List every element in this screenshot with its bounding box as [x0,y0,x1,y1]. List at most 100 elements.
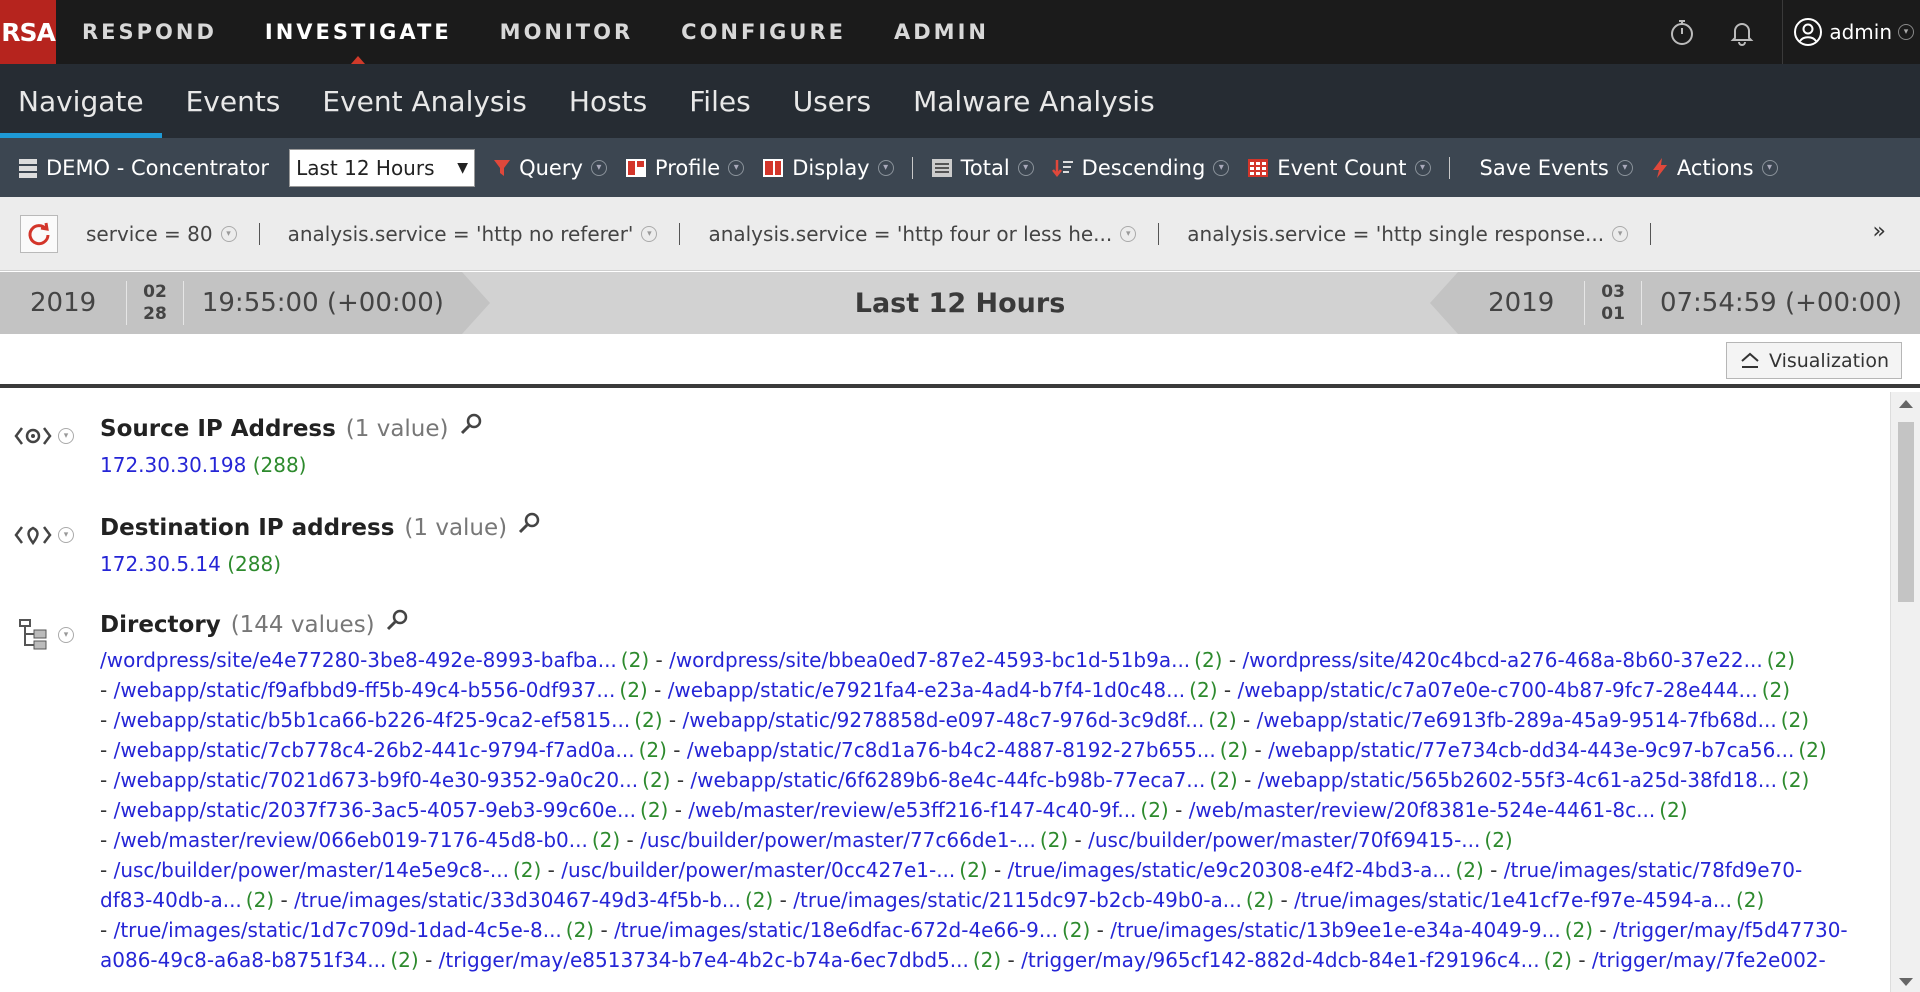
profile-icon [625,158,646,177]
bell-icon[interactable] [1712,0,1772,64]
meta-value-link[interactable]: /usc/builder/power/master/77c66de1-... [640,828,1036,852]
search-icon[interactable] [385,608,409,632]
meta-value-link[interactable]: /web/master/review/20f8381e-524e-4461-8c… [1189,798,1656,822]
scroll-up-arrow-icon[interactable] [1899,400,1913,408]
tab-users[interactable]: Users [793,64,871,138]
meta-value-link[interactable]: /trigger/may/e8513734-b7e4-4b2c-b74a-6ec… [439,948,969,972]
crumb-divider [258,222,260,245]
descending-menu[interactable]: Descending ▾ [1051,156,1230,180]
meta-value-link[interactable]: /webapp/static/9278858d-e097-48c7-976d-3… [683,708,1205,732]
directory-value-line: - /web/master/review/066eb019-7176-45d8-… [100,825,1890,855]
meta-value-link[interactable]: /true/images/static/1e41cf7e-f97e-4594-a… [1294,888,1732,912]
service-selector[interactable]: DEMO - Concentrator [18,156,269,180]
meta-value-link[interactable]: /wordpress/site/420c4bcd-a276-468a-8b60-… [1242,648,1762,672]
visualization-button[interactable]: Visualization [1725,342,1902,379]
chevron-down-icon: ▾ [1761,159,1778,176]
meta-value-link[interactable]: /web/master/review/066eb019-7176-45d8-b0… [114,828,588,852]
meta-value-count: (2) [1455,858,1484,882]
search-icon[interactable] [517,511,541,535]
meta-value-link[interactable]: /webapp/static/7021d673-b9f0-4e30-9352-9… [114,768,639,792]
meta-value-link[interactable]: /webapp/static/7c8d1a76-b4c2-4887-8192-2… [687,738,1216,762]
meta-value-count: (2) [512,858,542,882]
time-range-select[interactable]: Last 12 Hours ▼ [289,148,476,187]
meta-value-link[interactable]: /wordpress/site/bbea0ed7-87e2-4593-bc1d-… [669,648,1190,672]
query-menu[interactable]: Query ▾ [493,156,607,180]
meta-value-link[interactable]: /webapp/static/2037f736-3ac5-4057-9eb3-9… [114,798,636,822]
meta-value-count: (2) [1659,798,1688,822]
directory-value-line: - /webapp/static/b5b1ca66-b226-4f25-9ca2… [100,705,1890,735]
chevron-down-icon[interactable]: ▾ [58,627,74,643]
event-count-menu[interactable]: Event Count ▾ [1247,156,1431,180]
meta-value-count: (2) [1564,918,1594,942]
content-scrollbar[interactable] [1890,392,1920,992]
tab-event-analysis[interactable]: Event Analysis [322,64,526,138]
meta-value-link[interactable]: /true/images/static/13b9ee1e-e34a-4049-9… [1110,918,1561,942]
chevron-down-icon[interactable]: ▾ [58,428,74,444]
meta-value-link[interactable]: /usc/builder/power/master/0cc427e1-... [561,858,955,882]
meta-value-link[interactable]: /trigger/may/965cf142-882d-4dcb-84e1-f29… [1021,948,1540,972]
tab-malware-analysis[interactable]: Malware Analysis [913,64,1155,138]
meta-value-link[interactable]: /trigger/may/f5d47730- [1613,918,1848,942]
top-right-controls: admin ▾ [1652,0,1920,64]
meta-value-link[interactable]: /webapp/static/6f6289b6-8e4c-44fc-b98b-7… [690,768,1205,792]
nav-monitor[interactable]: MONITOR [500,0,634,64]
value-count: (1 value) [345,416,449,442]
meta-value-link[interactable]: /webapp/static/7e6913fb-289a-45a9-9514-7… [1257,708,1777,732]
nav-investigate[interactable]: INVESTIGATE [265,0,452,64]
tab-files[interactable]: Files [689,64,750,138]
meta-value-link[interactable]: /trigger/may/7fe2e002- [1592,948,1826,972]
meta-value-link[interactable]: /wordpress/site/e4e77280-3be8-492e-8993-… [100,648,617,672]
refresh-button[interactable] [20,214,58,253]
tab-hosts[interactable]: Hosts [569,64,647,138]
value-separator: - [100,828,114,852]
total-menu[interactable]: Total ▾ [931,156,1034,180]
stopwatch-icon[interactable] [1652,0,1712,64]
search-icon[interactable] [459,412,483,436]
filter-crumb[interactable]: analysis.service = 'http four or less he… [708,222,1137,246]
meta-value-link[interactable]: /webapp/static/7cb778c4-26b2-441c-9794-f… [114,738,635,762]
filter-crumb[interactable]: service = 80 ▾ [86,222,237,246]
meta-value-link[interactable]: /true/images/static/1d7c709d-1dad-4c5e-8… [114,918,562,942]
meta-value-count: (2) [565,918,595,942]
meta-value-link[interactable]: /true/images/static/2115dc97-b2cb-49b0-a… [793,888,1242,912]
profile-menu[interactable]: Profile ▾ [625,156,745,180]
meta-value-link[interactable]: /true/images/static/78fd9e70- [1504,858,1803,882]
chevron-down-icon: ▾ [1213,159,1230,176]
save-events-menu[interactable]: Save Events ▾ [1480,156,1633,180]
tab-events[interactable]: Events [186,64,281,138]
value-count: (144 values) [230,612,375,638]
meta-value-link[interactable]: /true/images/static/e9c20308-e4f2-4bd3-a… [1008,858,1452,882]
meta-value-link[interactable]: /true/images/static/18e6dfac-672d-4e66-9… [614,918,1058,942]
meta-value-link[interactable]: /webapp/static/77e734cb-dd34-443e-9c97-b… [1268,738,1794,762]
meta-value-link[interactable]: 172.30.5.14 [100,552,221,576]
nav-admin[interactable]: ADMIN [894,0,989,64]
nav-respond[interactable]: RESPOND [82,0,217,64]
scrollbar-thumb[interactable] [1898,422,1914,602]
scroll-down-arrow-icon[interactable] [1899,978,1913,986]
meta-value-link[interactable]: /usc/builder/power/master/14e5e9c8-... [114,858,509,882]
display-menu[interactable]: Display ▾ [762,156,894,180]
more-filters-button[interactable]: » [1873,219,1886,244]
meta-value-link[interactable]: /true/images/static/33d30467-49d3-4f5b-b… [294,888,741,912]
meta-value-link[interactable]: /webapp/static/f9afbbd9-ff5b-49c4-b556-0… [114,678,616,702]
nav-configure[interactable]: CONFIGURE [681,0,846,64]
chevron-down-icon[interactable]: ▾ [58,527,74,543]
tab-navigate[interactable]: Navigate [0,64,162,138]
meta-value-link[interactable]: /web/master/review/e53ff216-f147-4c40-9f… [688,798,1136,822]
meta-value-link[interactable]: /webapp/static/565b2602-55f3-4c61-a25d-3… [1258,768,1777,792]
filter-crumb[interactable]: analysis.service = 'http single response… [1187,222,1629,246]
user-menu[interactable]: admin ▾ [1793,17,1914,47]
meta-value-link[interactable]: /webapp/static/b5b1ca66-b226-4f25-9ca2-e… [114,708,631,732]
meta-value-link[interactable]: /webapp/static/e7921fa4-e23a-4ad4-b7f4-1… [668,678,1185,702]
end-time[interactable]: 2019 03 01 07:54:59 (+00:00) [1430,272,1920,334]
meta-value-link[interactable]: 172.30.30.198 [100,453,246,477]
crumb-divider [679,222,681,245]
meta-value-link[interactable]: df83-40db-a... [100,888,242,912]
meta-value-link[interactable]: a086-49c8-a6a8-b8751f34... [100,948,386,972]
meta-value-link[interactable]: /usc/builder/power/master/70f69415-... [1088,828,1480,852]
query-label: Query [519,155,583,180]
filter-crumb[interactable]: analysis.service = 'http no referer' ▾ [288,222,658,246]
actions-menu[interactable]: Actions ▾ [1651,156,1778,180]
meta-value-link[interactable]: /webapp/static/c7a07e0e-c700-4b87-9fc7-2… [1237,678,1757,702]
value-separator: - [668,798,689,822]
